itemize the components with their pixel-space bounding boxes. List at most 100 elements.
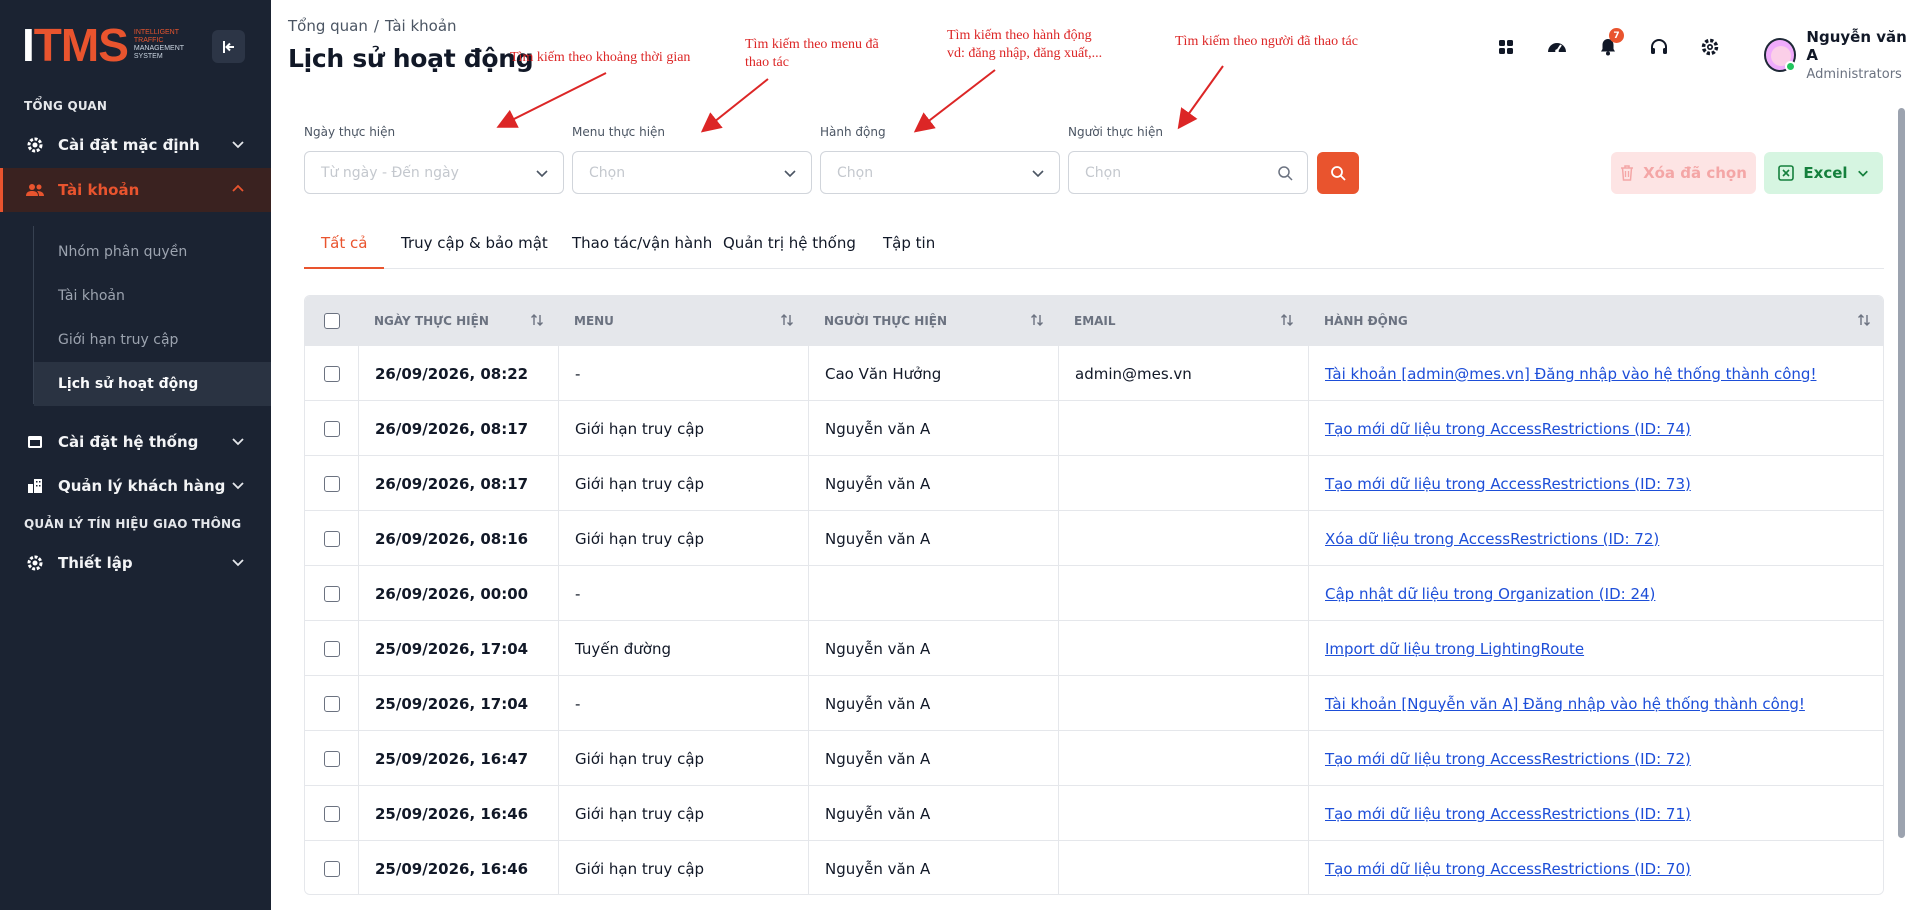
chevron-down-icon <box>232 559 244 567</box>
cell-user-text: Nguyễn văn A <box>825 419 931 438</box>
sidebar-item-setup[interactable]: Thiết lập <box>0 541 271 585</box>
dashboard-button[interactable] <box>1540 30 1574 64</box>
avatar <box>1764 38 1797 72</box>
delete-selected-button[interactable]: Xóa đã chọn <box>1611 152 1756 194</box>
row-checkbox[interactable] <box>323 365 340 382</box>
annotation-menu-search: Tìm kiếm theo menu đã thao tác <box>745 37 879 70</box>
cell-menu: Giới hạn truy cập <box>558 456 808 511</box>
trash-icon <box>1621 165 1634 181</box>
cell-email <box>1058 401 1308 456</box>
collapse-left-icon <box>222 40 234 53</box>
row-checkbox[interactable] <box>323 640 340 657</box>
support-button[interactable] <box>1642 30 1676 64</box>
window-icon <box>26 433 44 451</box>
column-header-user[interactable]: NGƯỜI THỰC HIỆN <box>808 296 1058 345</box>
tab-access-security[interactable]: Truy cập & bảo mật <box>384 226 565 269</box>
page-title: Lịch sử hoạt động <box>288 44 534 73</box>
tab-all[interactable]: Tất cả <box>304 226 385 269</box>
menu-filter-select[interactable]: Chọn <box>572 151 812 194</box>
row-checkbox[interactable] <box>323 530 340 547</box>
sidebar-subitem-activity-history[interactable]: Lịch sử hoạt động <box>34 362 272 406</box>
sidebar-item-label: Thiết lập <box>58 554 133 572</box>
menu-filter-label: Menu thực hiện <box>572 125 666 139</box>
table-row: 26/09/2026, 08:22 - Cao Văn Hưởng admin@mes… <box>305 345 1883 401</box>
cell-select <box>305 621 358 676</box>
table-row: 25/09/2026, 16:47 Giới hạn truy cập Nguyễn… <box>305 730 1883 786</box>
notifications-button[interactable]: 7 <box>1591 28 1625 64</box>
user-menu[interactable]: Nguyễn văn A Administrators <box>1764 28 1917 82</box>
cell-date: 25/09/2026, 17:04 <box>358 676 558 731</box>
row-checkbox[interactable] <box>323 475 340 492</box>
cell-date-text: 26/09/2026, 08:17 <box>375 419 529 438</box>
action-filter-select[interactable]: Chọn <box>820 151 1060 194</box>
breadcrumb-accounts[interactable]: Tài khoản <box>385 17 457 35</box>
breadcrumb-overview[interactable]: Tổng quan <box>288 17 368 35</box>
apps-grid-button[interactable] <box>1489 30 1523 64</box>
user-filter-label: Người thực hiện <box>1068 125 1163 139</box>
cell-date-text: 25/09/2026, 16:46 <box>375 859 529 878</box>
sidebar-item-customer-management[interactable]: Quản lý khách hàng <box>0 464 271 508</box>
row-checkbox[interactable] <box>323 420 340 437</box>
main-content: Tổng quan / Tài khoản Lịch sử hoạt động 7 … <box>271 0 1917 910</box>
date-range-picker[interactable]: Từ ngày - Đến ngày <box>304 151 564 194</box>
annotation-date-search: Tìm kiếm theo khoảng thời gian <box>510 50 691 65</box>
row-checkbox[interactable] <box>323 750 340 767</box>
column-header-action[interactable]: HÀNH ĐỘNG <box>1308 296 1883 345</box>
sidebar-subitem-accounts[interactable]: Tài khoản <box>34 274 272 318</box>
cell-action: Tạo mới dữ liệu trong AccessRestrictions… <box>1308 456 1883 511</box>
sidebar-item-label: Cài đặt hệ thống <box>58 433 199 451</box>
action-link[interactable]: Xóa dữ liệu trong AccessRestrictions (ID… <box>1325 530 1659 548</box>
action-link[interactable]: Tạo mới dữ liệu trong AccessRestrictions… <box>1325 860 1691 878</box>
cell-menu-text: Tuyến đường <box>575 639 672 658</box>
arrow-action <box>913 69 996 133</box>
cell-select <box>305 731 358 786</box>
sidebar-item-default-settings[interactable]: Cài đặt mặc định <box>0 123 271 167</box>
tab-operations[interactable]: Thao tác/vận hành <box>555 226 729 269</box>
action-link[interactable]: Tạo mới dữ liệu trong AccessRestrictions… <box>1325 420 1691 438</box>
action-link[interactable]: Tạo mới dữ liệu trong AccessRestrictions… <box>1325 750 1691 768</box>
action-link[interactable]: Import dữ liệu trong LightingRoute <box>1325 640 1584 658</box>
cell-email <box>1058 731 1308 786</box>
row-checkbox[interactable] <box>323 585 340 602</box>
row-checkbox[interactable] <box>323 695 340 712</box>
action-link[interactable]: Tạo mới dữ liệu trong AccessRestrictions… <box>1325 805 1691 823</box>
gear-icon <box>1701 38 1719 56</box>
settings-button[interactable] <box>1693 30 1727 64</box>
table-row: 26/09/2026, 00:00 - Cập nhật dữ liệu trong… <box>305 565 1883 621</box>
action-link[interactable]: Tạo mới dữ liệu trong AccessRestrictions… <box>1325 475 1691 493</box>
action-link[interactable]: Tài khoản [admin@mes.vn] Đăng nhập vào h… <box>1325 365 1816 383</box>
select-all-cell <box>305 296 358 345</box>
excel-export-button[interactable]: Excel <box>1764 152 1883 194</box>
cell-user-text: Nguyễn văn A <box>825 639 931 658</box>
sidebar-subitem-access-restrictions[interactable]: Giới hạn truy cập <box>34 318 272 362</box>
cell-menu: Giới hạn truy cập <box>558 731 808 786</box>
user-filter-placeholder: Chọn <box>1085 164 1122 181</box>
sidebar-collapse-button[interactable] <box>212 30 245 63</box>
user-filter-input[interactable]: Chọn <box>1068 151 1308 194</box>
menu-filter-placeholder: Chọn <box>589 164 626 181</box>
chevron-down-icon <box>232 438 244 446</box>
page-scrollbar[interactable] <box>1898 108 1905 838</box>
table-header: NGÀY THỰC HIỆN MENU NGƯỜI THỰC HIỆN EMAI… <box>305 296 1883 345</box>
cell-user-text: Cao Văn Hưởng <box>825 364 942 383</box>
cell-user: Nguyễn văn A <box>808 621 1058 676</box>
action-link[interactable]: Cập nhật dữ liệu trong Organization (ID:… <box>1325 585 1655 603</box>
row-checkbox[interactable] <box>323 805 340 822</box>
cell-select <box>305 841 358 894</box>
column-header-menu[interactable]: MENU <box>558 296 808 345</box>
search-button[interactable] <box>1317 152 1359 194</box>
sidebar-item-system-settings[interactable]: Cài đặt hệ thống <box>0 420 271 464</box>
cell-date-text: 25/09/2026, 17:04 <box>375 694 529 713</box>
sidebar-item-accounts[interactable]: Tài khoản <box>0 168 271 212</box>
sidebar-subitem-permission-groups[interactable]: Nhóm phân quyền <box>34 230 272 274</box>
column-header-date[interactable]: NGÀY THỰC HIỆN <box>358 296 558 345</box>
select-all-checkbox[interactable] <box>323 312 340 329</box>
tab-files[interactable]: Tập tin <box>866 226 952 269</box>
row-checkbox[interactable] <box>323 860 340 877</box>
table-row: 25/09/2026, 16:46 Giới hạn truy cập Nguyễn… <box>305 840 1883 894</box>
cell-action: Tạo mới dữ liệu trong AccessRestrictions… <box>1308 731 1883 786</box>
tab-system-admin[interactable]: Quản trị hệ thống <box>706 226 873 269</box>
table-row: 25/09/2026, 17:04 - Nguyễn văn A Tài khoản … <box>305 675 1883 731</box>
action-link[interactable]: Tài khoản [Nguyễn văn A] Đăng nhập vào h… <box>1325 695 1805 713</box>
column-header-email[interactable]: EMAIL <box>1058 296 1308 345</box>
